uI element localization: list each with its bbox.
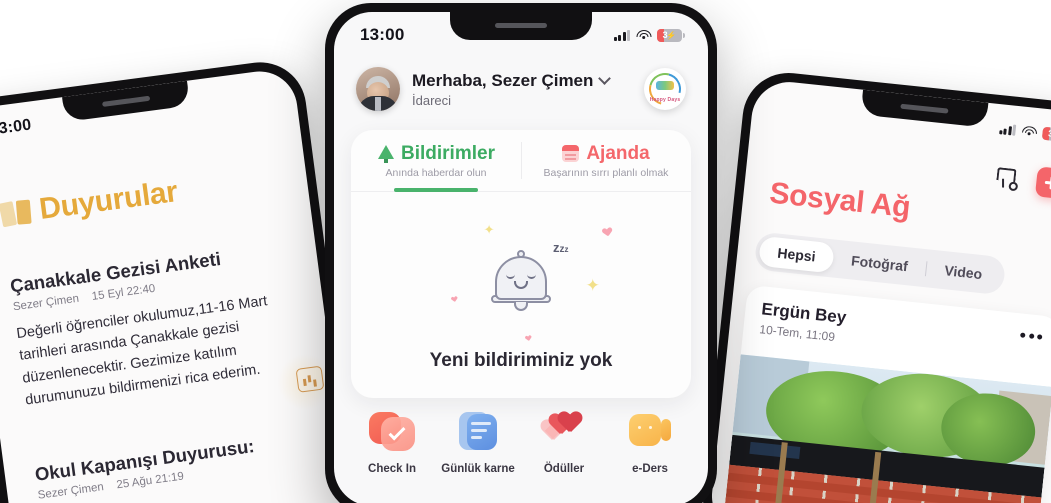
page-title: Sosyal Ağ	[768, 176, 912, 225]
status-clock: 13:00	[360, 25, 405, 44]
document-icon	[455, 408, 501, 454]
wifi-icon	[1021, 124, 1038, 138]
tab-subtitle: Başarının sırrı planlı olmak	[543, 166, 669, 179]
heart-decoration	[451, 296, 457, 302]
tab-bildirimler[interactable]: Bildirimler Anında haberdar olun	[351, 130, 521, 192]
center-phone-screen: 13:00 3 ⚡ Merhaba, Sezer Çimen İdareci H…	[334, 12, 708, 503]
check-badge-icon	[369, 408, 415, 454]
quick-action-label: Check In	[368, 463, 416, 475]
book-icon	[0, 197, 32, 229]
quick-action-oduller[interactable]: Ödüller	[526, 408, 602, 475]
quick-actions-row: Check In Günlük karne Ödüller e-Ders	[354, 408, 688, 475]
sleeping-bell-icon	[491, 250, 551, 312]
notifications-card: Bildirimler Anında haberdar olun Ajanda …	[351, 130, 691, 398]
right-phone-mockup: 3 ⚡ Sosyal Ağ Hepsi Fotoğraf Video	[698, 68, 1051, 503]
battery-icon: 3 ⚡	[657, 28, 685, 42]
battery-icon: 3 ⚡	[1041, 126, 1051, 142]
signal-icon	[998, 123, 1017, 136]
status-clock: 13:00	[0, 116, 33, 139]
quick-action-label: Günlük karne	[441, 463, 515, 475]
tab-label: Bildirimler	[401, 142, 495, 164]
quick-action-gunluk-karne[interactable]: Günlük karne	[440, 408, 516, 475]
quick-action-e-ders[interactable]: e-Ders	[612, 408, 688, 475]
sparkle-decoration: ✦	[585, 276, 600, 295]
chip-video[interactable]: Video	[925, 253, 1002, 291]
quick-action-label: Ödüller	[543, 463, 585, 475]
status-indicators: 3 ⚡	[613, 28, 685, 42]
tab-label: Ajanda	[586, 142, 650, 164]
tab-subtitle: Anında haberdar olun	[385, 166, 487, 179]
school-logo-badge[interactable]: Happy Days	[644, 68, 686, 110]
chip-hepsi[interactable]: Hepsi	[758, 235, 835, 274]
status-bar: 13:00	[0, 67, 298, 159]
more-horizontal-icon[interactable]	[1020, 332, 1043, 340]
wifi-icon	[636, 29, 651, 41]
school-logo-text: Happy Days	[649, 97, 681, 103]
signal-icon	[613, 29, 630, 41]
social-post-card[interactable]: Ergün Bey 10-Tem, 11:09	[717, 284, 1051, 503]
zzz-decoration: zzz	[553, 240, 569, 255]
calendar-icon	[562, 145, 580, 162]
announcement-item[interactable]: Okul Kapanışı Duyurusu: Sezer Çimen 25 A…	[34, 426, 330, 502]
app-header: Merhaba, Sezer Çimen İdareci Happy Days	[334, 58, 708, 120]
sparkle-decoration: ✦	[483, 222, 495, 237]
greeting-text: Merhaba, Sezer Çimen	[412, 70, 594, 90]
quick-action-check-in[interactable]: Check In	[354, 408, 430, 475]
empty-state: ✦ ✦ zzz Yeni bildiriminiz yok	[351, 192, 691, 398]
hearts-icon	[541, 408, 587, 454]
charging-bolt-icon: ⚡	[666, 30, 677, 40]
screenshot-stage: 13:00 Duyurular Çanakkale Gezisi Anketi …	[0, 0, 1051, 503]
user-role: İdareci	[412, 92, 452, 108]
video-camera-icon	[627, 408, 673, 454]
funnel-search-icon[interactable]	[994, 165, 1021, 192]
left-phone-mockup: 13:00 Duyurular Çanakkale Gezisi Anketi …	[0, 56, 362, 503]
center-phone-mockup: 13:00 3 ⚡ Merhaba, Sezer Çimen İdareci H…	[325, 3, 717, 503]
avatar[interactable]	[356, 67, 400, 111]
heart-decoration	[602, 227, 612, 237]
tree-icon	[377, 145, 394, 163]
empty-state-text: Yeni bildiriminiz yok	[429, 350, 613, 371]
left-phone-screen: 13:00 Duyurular Çanakkale Gezisi Anketi …	[0, 66, 352, 503]
page-title-text: Duyurular	[37, 175, 180, 226]
status-bar: 13:00 3 ⚡	[334, 12, 708, 58]
tab-bar: Bildirimler Anında haberdar olun Ajanda …	[351, 130, 691, 192]
status-bar: 3 ⚡	[751, 78, 1051, 161]
announcement-item[interactable]: Çanakkale Gezisi Anketi Sezer Çimen 15 E…	[9, 237, 318, 412]
greeting-block[interactable]: Merhaba, Sezer Çimen İdareci	[412, 71, 632, 108]
tab-ajanda[interactable]: Ajanda Başarının sırrı planlı olmak	[521, 130, 691, 191]
poll-chart-icon[interactable]	[295, 365, 325, 393]
post-video-thumbnail[interactable]	[717, 354, 1051, 503]
right-phone-screen: 3 ⚡ Sosyal Ağ Hepsi Fotoğraf Video	[708, 78, 1051, 503]
page-title: Duyurular	[0, 175, 180, 232]
status-indicators: 3 ⚡	[998, 122, 1051, 142]
filter-chip-group: Hepsi Fotoğraf Video	[753, 231, 1007, 296]
quick-action-label: e-Ders	[632, 463, 668, 475]
chevron-down-icon[interactable]	[598, 72, 612, 85]
plus-icon[interactable]	[1034, 166, 1051, 200]
chip-fotograf[interactable]: Fotoğraf	[832, 244, 927, 284]
header-actions	[994, 162, 1051, 200]
heart-decoration	[526, 335, 532, 341]
